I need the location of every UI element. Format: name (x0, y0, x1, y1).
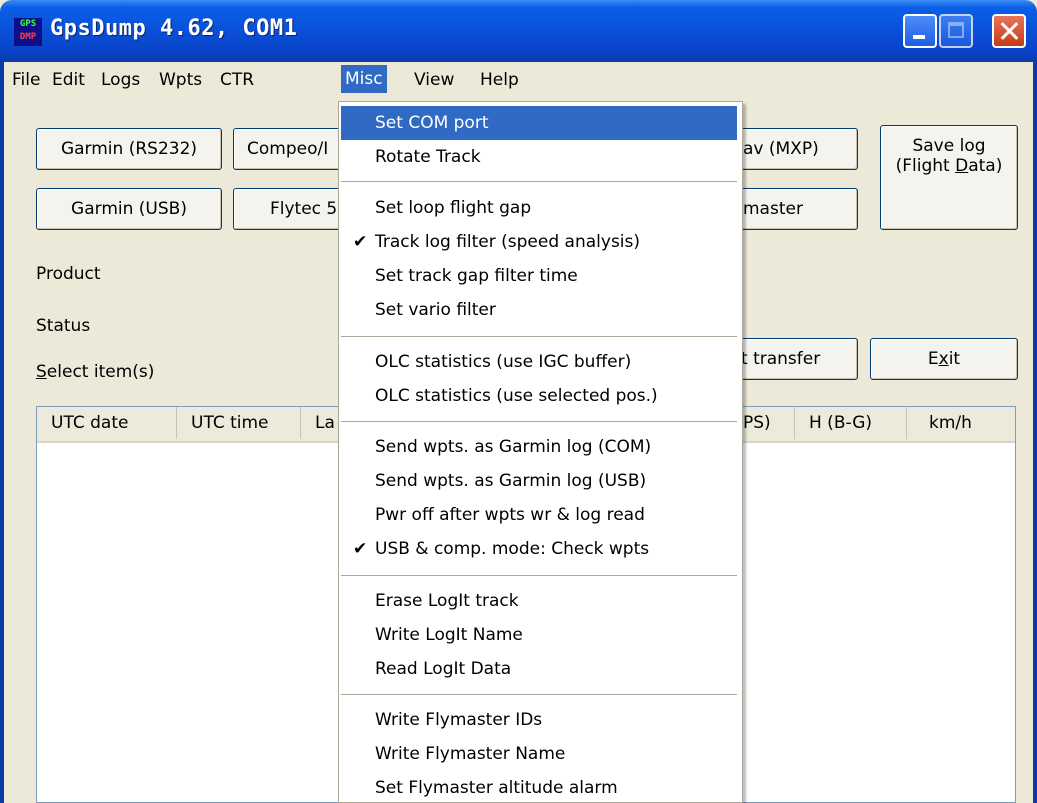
flymaster-button[interactable]: master (726, 188, 858, 230)
window-title: GpsDump 4.62, COM1 (50, 16, 298, 41)
menu-item-olc-selected-pos[interactable]: OLC statistics (use selected pos.) (341, 379, 737, 413)
menu-item-write-flymaster-name[interactable]: Write Flymaster Name (341, 737, 737, 771)
menu-help[interactable]: Help (480, 70, 519, 90)
menu-item-olc-igc-buffer[interactable]: OLC statistics (use IGC buffer) (341, 345, 737, 379)
minimize-icon[interactable] (903, 14, 937, 48)
app-icon: GPS DMP (14, 18, 42, 46)
menu-item-send-wpts-com[interactable]: Send wpts. as Garmin log (COM) (341, 430, 737, 464)
col-gps-altitude[interactable]: PS) (739, 407, 795, 439)
check-icon: ✔ (353, 539, 368, 559)
check-icon: ✔ (353, 232, 368, 252)
menu-item-track-log-filter[interactable]: ✔ Track log filter (speed analysis) (341, 225, 737, 259)
menu-item-usb-check-wpts[interactable]: ✔ USB & comp. mode: Check wpts (341, 532, 737, 566)
menu-item-pwr-off[interactable]: Pwr off after wpts wr & log read (341, 498, 737, 532)
select-items-label: Select item(s) (36, 362, 155, 382)
status-label: Status (36, 316, 91, 336)
menu-edit[interactable]: Edit (52, 70, 85, 90)
save-log-line2: (Flight Data) (895, 156, 1003, 176)
product-label: Product (36, 264, 101, 284)
menu-item-read-logit-data[interactable]: Read LogIt Data (341, 652, 737, 686)
flytec50-button[interactable]: Flytec 50 (233, 188, 353, 230)
menu-wpts[interactable]: Wpts (159, 70, 202, 90)
save-log-button[interactable]: Save log (Flight Data) (880, 125, 1018, 230)
col-height[interactable]: H (B-G) (795, 407, 907, 439)
menu-item-send-wpts-usb[interactable]: Send wpts. as Garmin log (USB) (341, 464, 737, 498)
window-frame-left (0, 62, 4, 803)
menu-item-write-flymaster-ids[interactable]: Write Flymaster IDs (341, 703, 737, 737)
menu-misc[interactable]: Misc (341, 65, 387, 93)
col-utc-date[interactable]: UTC date (37, 407, 177, 439)
menu-separator (341, 575, 737, 576)
garmin-rs232-button[interactable]: Garmin (RS232) (36, 128, 222, 170)
menu-item-rotate-track[interactable]: Rotate Track (341, 140, 737, 174)
transfer-button[interactable]: t transfer (726, 338, 858, 380)
misc-dropdown-menu: Set COM port Rotate Track Set loop fligh… (338, 101, 743, 803)
menu-item-set-com-port[interactable]: Set COM port (341, 106, 737, 140)
menu-separator (341, 181, 737, 182)
exit-button[interactable]: Exit (870, 338, 1018, 380)
close-icon[interactable] (992, 14, 1026, 48)
menu-item-erase-logit[interactable]: Erase LogIt track (341, 584, 737, 618)
title-bar[interactable]: GPS DMP GpsDump 4.62, COM1 (0, 0, 1037, 62)
menu-item-write-logit-name[interactable]: Write LogIt Name (341, 618, 737, 652)
av-mxp-button[interactable]: av (MXP) (726, 128, 858, 170)
menu-separator (341, 694, 737, 695)
garmin-usb-button[interactable]: Garmin (USB) (36, 188, 222, 230)
menu-separator (341, 336, 737, 337)
menu-item-flymaster-altitude-alarm[interactable]: Set Flymaster altitude alarm (341, 771, 737, 802)
col-speed[interactable]: km/h (907, 407, 1015, 439)
menu-item-vario-filter[interactable]: Set vario filter (341, 293, 737, 327)
menu-bar: File Edit Logs Wpts CTR Misc View Help (4, 64, 1033, 96)
menu-file[interactable]: File (12, 70, 40, 90)
menu-view[interactable]: View (414, 70, 454, 90)
menu-ctr[interactable]: CTR (220, 70, 254, 90)
menu-separator (341, 421, 737, 422)
save-log-line1: Save log (912, 136, 986, 156)
menu-logs[interactable]: Logs (101, 70, 140, 90)
compeo-button[interactable]: Compeo/I (233, 128, 353, 170)
col-utc-time[interactable]: UTC time (177, 407, 301, 439)
maximize-icon[interactable] (939, 14, 973, 48)
menu-item-loop-flight-gap[interactable]: Set loop flight gap (341, 191, 737, 225)
menu-item-track-gap-filter[interactable]: Set track gap filter time (341, 259, 737, 293)
window-frame-right (1033, 62, 1037, 803)
